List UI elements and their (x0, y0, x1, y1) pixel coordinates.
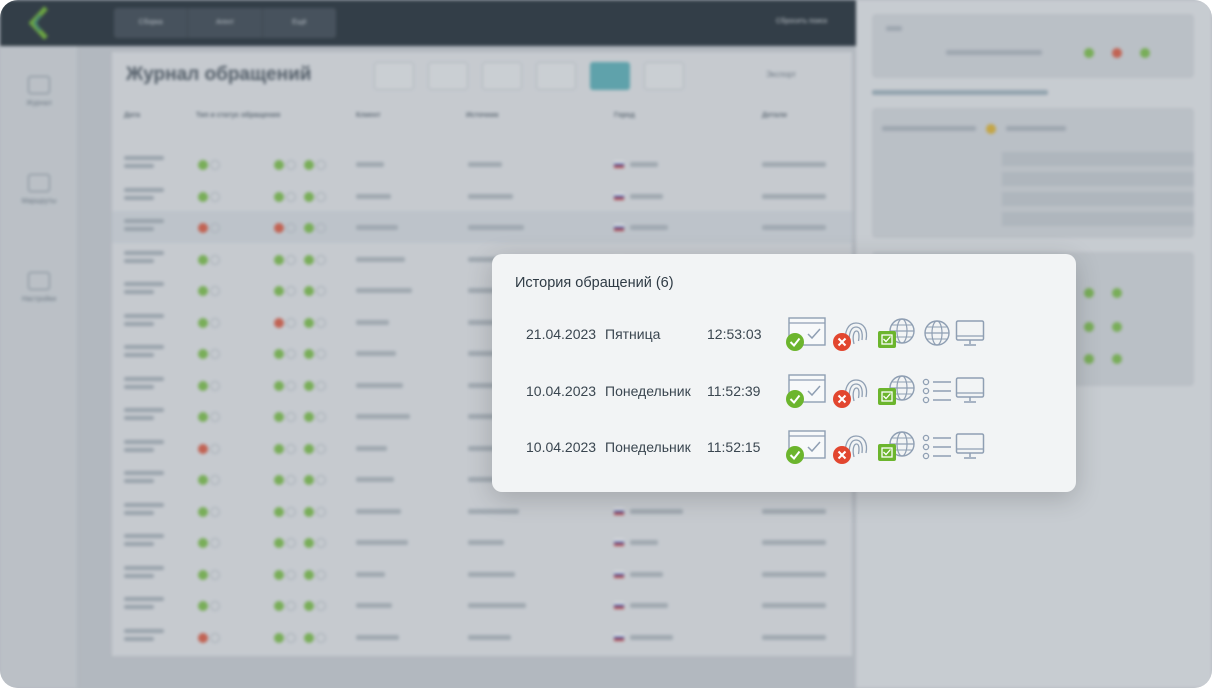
history-row[interactable]: 10.04.2023 Понедельник 11:52:15 (492, 429, 1076, 469)
form-status-icon (786, 373, 826, 408)
fingerprint-status-icon (833, 322, 868, 351)
fingerprint-status-icon (833, 435, 868, 464)
list-icon (922, 378, 951, 403)
history-day: Пятница (605, 326, 661, 342)
history-day: Понедельник (605, 382, 691, 399)
network-status-icon (878, 318, 915, 348)
modal-title: История обращений (6) (515, 275, 674, 291)
history-modal: История обращений (6) 21.04.2023 Пятница 1… (492, 254, 1076, 492)
list-icon (922, 434, 951, 460)
history-date: 21.04.2023 (526, 326, 597, 342)
monitor-icon (955, 376, 985, 403)
history-time: 12:53:03 (707, 326, 762, 342)
network-status-icon (878, 374, 915, 405)
history-date: 10.04.2023 (526, 439, 597, 455)
form-status-icon (786, 430, 826, 464)
fingerprint-status-icon (833, 378, 868, 408)
globe-icon (924, 320, 950, 346)
history-date: 10.04.2023 (526, 382, 597, 399)
history-row[interactable]: 21.04.2023 Пятница 12:53:03 (492, 316, 1076, 356)
history-time: 11:52:15 (707, 439, 761, 455)
network-status-icon (878, 431, 915, 461)
monitor-icon (955, 320, 985, 346)
form-status-icon (786, 317, 826, 351)
history-time: 11:52:39 (707, 382, 761, 399)
history-row[interactable]: 10.04.2023 Понедельник 11:52:39 (492, 373, 1076, 413)
history-day: Понедельник (605, 439, 691, 455)
monitor-icon (955, 433, 985, 459)
app-window: Сборка Агент Ещё Сбросить поиск Журнал М… (0, 0, 1212, 688)
